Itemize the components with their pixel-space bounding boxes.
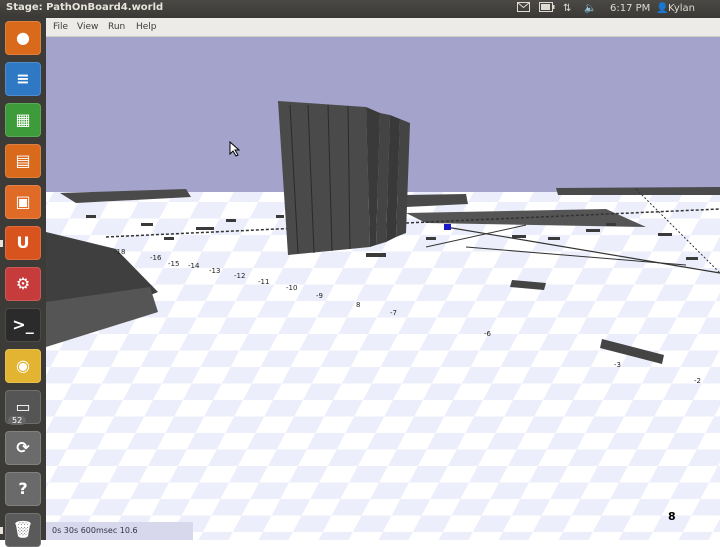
distance-label: -12 — [234, 272, 245, 280]
chrome-icon[interactable]: ◉ — [5, 349, 41, 383]
status-bar: 0s 30s 600msec 10.6 — [46, 522, 193, 540]
network-icon[interactable]: ⇅ — [563, 2, 571, 16]
distance-label: -6 — [484, 330, 492, 338]
launcher: ● ≡ ▦ ▤ ▣ U ⚙ >_ ◉ ▭ ⟳? 🗑 52 — [0, 18, 46, 547]
firefox-glyph: ● — [16, 28, 30, 47]
software-center-glyph: ▣ — [15, 192, 31, 211]
menu-bar: File View Run Help — [46, 18, 720, 37]
distance-label: -18 — [114, 248, 125, 256]
slide-number: 8 — [668, 510, 676, 523]
system-settings-icon[interactable]: ⚙ — [5, 267, 41, 301]
volume-icon[interactable]: 🔈 — [584, 2, 596, 16]
distance-label: -10 — [286, 284, 297, 292]
menu-help[interactable]: Help — [136, 22, 157, 32]
menu-view[interactable]: View — [77, 22, 98, 32]
update-manager-icon[interactable]: ⟳ — [5, 431, 41, 465]
calc-icon[interactable]: ▦ — [5, 103, 41, 137]
menu-run[interactable]: Run — [108, 22, 125, 32]
workspace-glyph: ▭ — [15, 397, 31, 416]
system-settings-glyph: ⚙ — [15, 274, 31, 293]
ubuntu-one-glyph: U — [16, 233, 30, 252]
firefox-icon[interactable]: ● — [5, 21, 41, 55]
trash-icon[interactable]: 🗑 — [5, 513, 41, 547]
chrome-glyph: ◉ — [16, 356, 30, 375]
writer-icon[interactable]: ≡ — [5, 62, 41, 96]
distance-label: -11 — [258, 278, 269, 286]
running-indicator — [0, 527, 3, 534]
terminal-icon[interactable]: >_ — [5, 308, 41, 342]
far-wall — [556, 187, 720, 195]
running-indicator — [0, 240, 3, 247]
calc-glyph: ▦ — [15, 110, 31, 129]
mail-icon[interactable] — [517, 2, 530, 16]
robot — [444, 224, 451, 230]
simulation-viewport[interactable]: -18 -16 -15 -14 -13 -12 -11 -10 -9 8 -7 -6 -3 -2 — [46, 37, 720, 540]
battery-icon[interactable] — [539, 2, 555, 16]
distance-label: -3 — [614, 361, 621, 369]
terminal-glyph: >_ — [12, 315, 34, 334]
distance-label: -9 — [316, 292, 323, 300]
ubuntu-one-icon[interactable]: U — [5, 226, 41, 260]
update-manager-glyph: ⟳ — [16, 438, 30, 457]
writer-glyph: ≡ — [16, 69, 30, 88]
user-icon: 👤 — [656, 3, 669, 14]
distance-label: -15 — [168, 260, 179, 268]
mouse-cursor — [229, 141, 241, 157]
distance-label: -2 — [694, 377, 701, 385]
help-icon[interactable]: ? — [5, 472, 41, 506]
distance-label: -16 — [150, 254, 162, 262]
update-count-badge: 52 — [8, 416, 27, 425]
impress-icon[interactable]: ▤ — [5, 144, 41, 178]
distance-label: -13 — [209, 267, 220, 275]
impress-glyph: ▤ — [15, 151, 31, 170]
distance-label: -14 — [188, 262, 200, 270]
top-panel: Stage: PathOnBoard4.world ⇅ 🔈 6:17 PM 👤 … — [0, 0, 720, 18]
menu-file[interactable]: File — [53, 22, 68, 32]
help-glyph: ? — [18, 479, 28, 498]
user-name[interactable]: Kylan — [668, 2, 695, 16]
clock[interactable]: 6:17 PM — [610, 2, 650, 16]
software-center-icon[interactable]: ▣ — [5, 185, 41, 219]
distance-label: -7 — [390, 309, 397, 317]
window-title: Stage: PathOnBoard4.world — [6, 2, 164, 13]
trash-glyph: 🗑 — [12, 520, 34, 539]
tower — [278, 101, 370, 255]
distance-label: 8 — [356, 301, 360, 309]
